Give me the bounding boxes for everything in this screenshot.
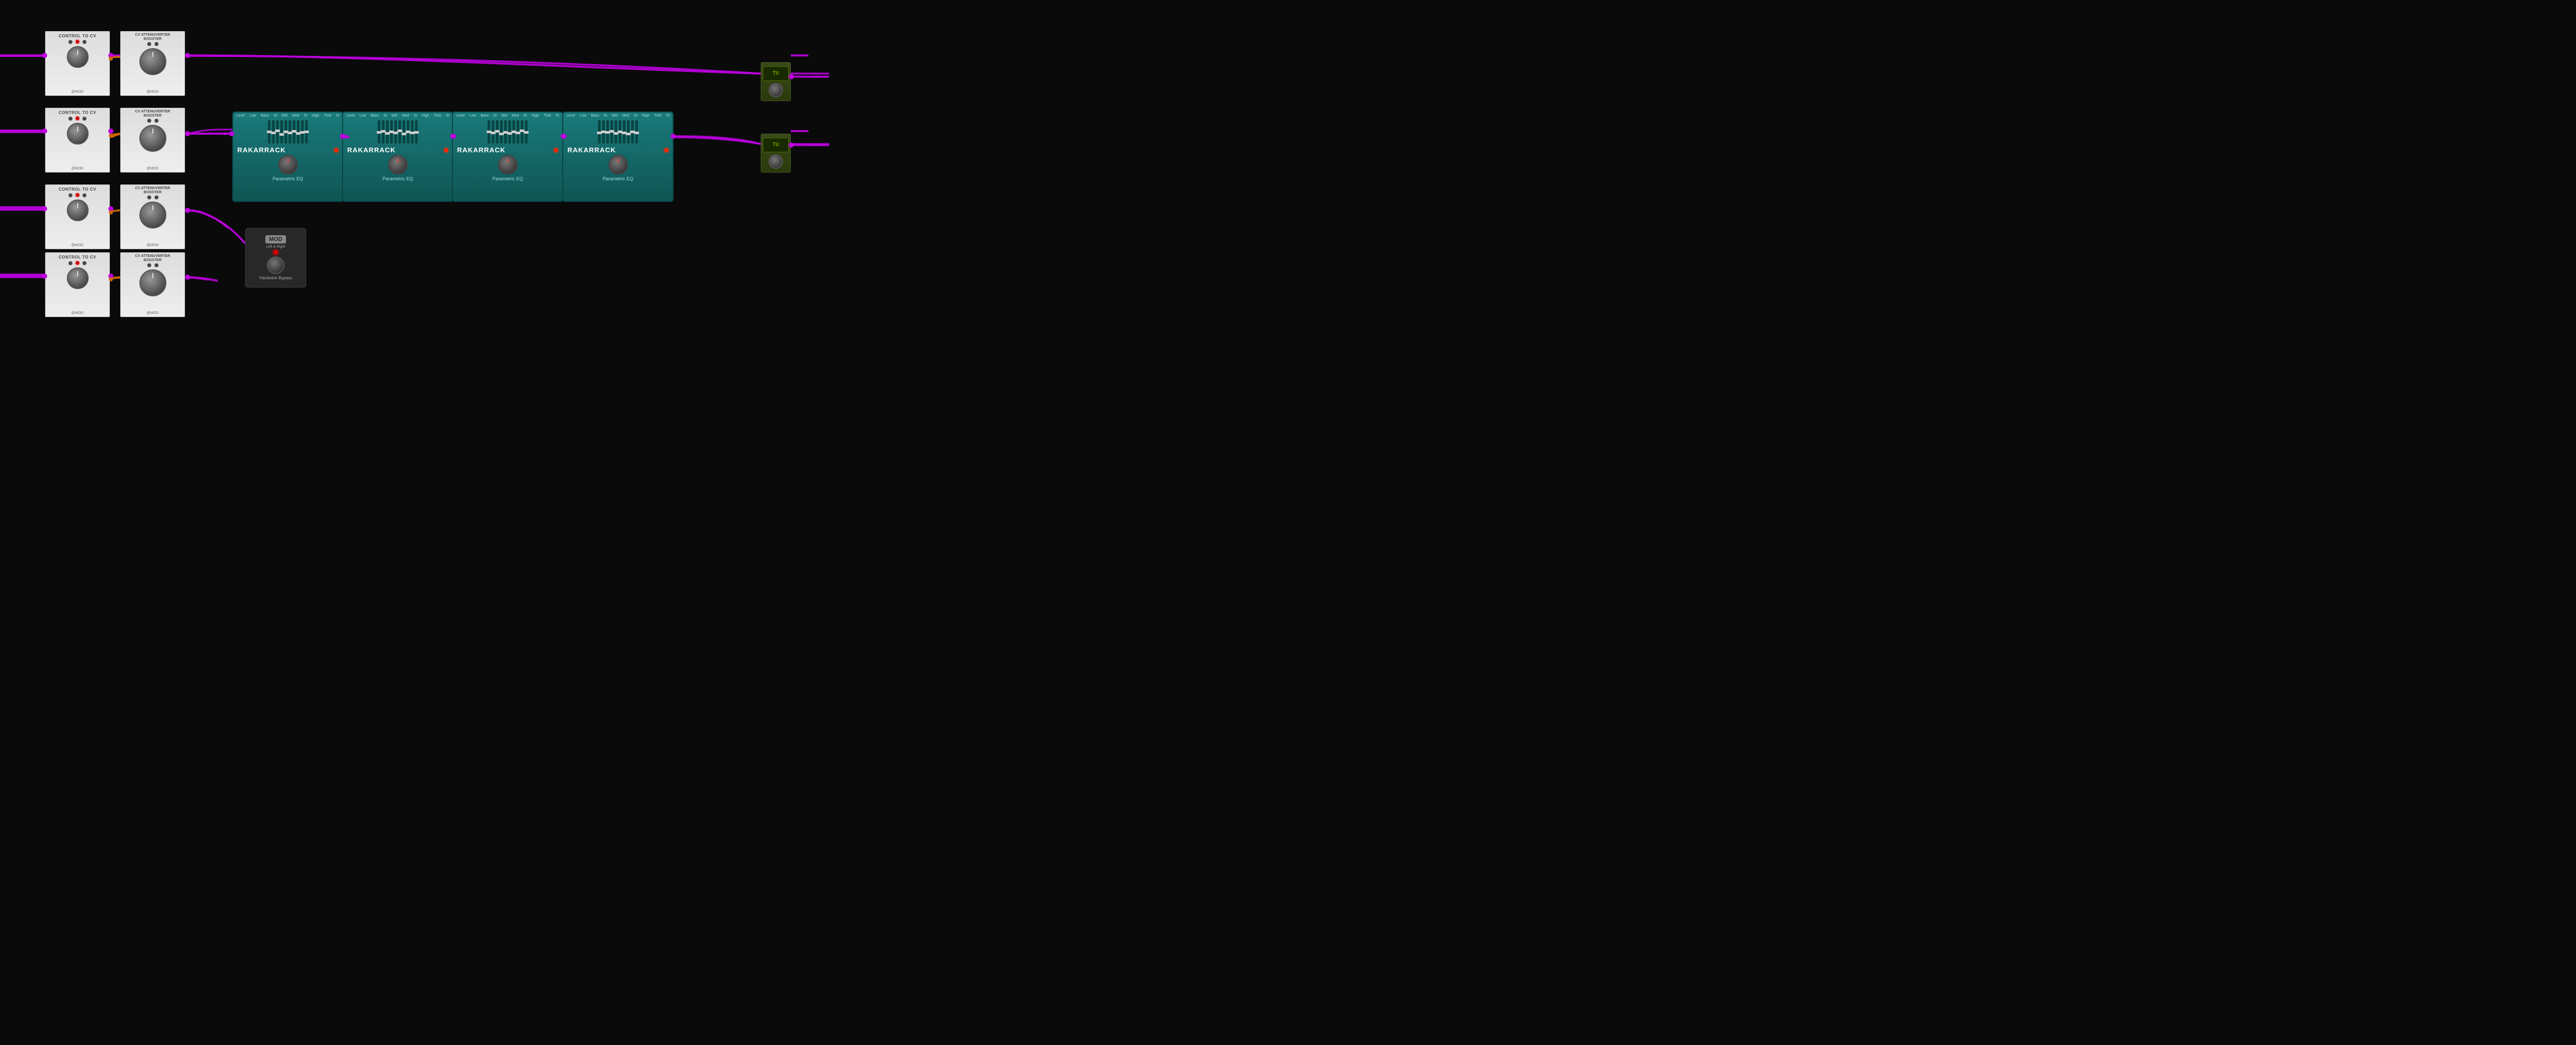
control-to-cv-row1[interactable]: CONTROL TO CV @MOD [45, 31, 110, 96]
bypass-led [273, 250, 278, 255]
attn-port-out-r1 [154, 42, 159, 46]
knob-r4[interactable] [67, 267, 89, 289]
port-out-r3 [82, 193, 87, 197]
control-to-cv-row2[interactable]: CONTROL TO CV @MOD [45, 108, 110, 173]
eq4-led [664, 148, 668, 152]
port-out-r1 [82, 40, 87, 44]
attn-port-out-r2 [154, 119, 159, 123]
rakarrack-brand-2: RAKARRACK [347, 146, 396, 154]
bypass-label: Hardware Bypass [259, 276, 292, 280]
tuner-knob-bottom[interactable] [768, 154, 783, 169]
mod-hardware-bypass[interactable]: MOD Left & Right Hardware Bypass [245, 228, 306, 288]
attn-port-in-r3 [147, 195, 151, 199]
attn-port-out-r3 [154, 195, 159, 199]
attn-knob-r2[interactable] [139, 125, 166, 152]
tuner-display-top: TU [763, 66, 789, 81]
rakarrack-brand-3: RAKARRACK [457, 146, 506, 154]
control-to-cv-row4[interactable]: CONTROL TO CV @MOD [45, 252, 110, 317]
eq1-subtitle: Parametric EQ [273, 176, 303, 181]
main-canvas: CONTROL TO CV @MOD CV ATTENUVERTERBOOSTE… [0, 0, 2576, 1045]
brand-r3: @MOD [46, 244, 109, 247]
control-to-cv-row3[interactable]: CONTROL TO CV @MOD [45, 184, 110, 249]
cv-attenuverter-row4[interactable]: CV ATTENUVERTERBOOSTER @MOD [120, 252, 185, 317]
attn-port-in-r1 [147, 42, 151, 46]
port-out-r2 [82, 117, 87, 121]
eq1-led [334, 148, 338, 152]
attn-port-in-r2 [147, 119, 151, 123]
attn-port-in-r4 [147, 263, 151, 267]
rakarrack-eq-3[interactable]: Level Low Bass St Mid Med St High Treb S… [452, 111, 563, 202]
attn-title-r3: CV ATTENUVERTERBOOSTER [135, 185, 170, 194]
bypass-sublabel: Left & Right [266, 245, 286, 249]
led-r4 [76, 261, 79, 265]
module-title-r1: CONTROL TO CV [59, 32, 96, 39]
tuner-top[interactable]: TU [761, 62, 791, 101]
eq2-led [444, 148, 448, 152]
eq2-subtitle: Parametric EQ [382, 176, 413, 181]
knob-r3[interactable] [67, 199, 89, 221]
led-r1 [76, 40, 79, 44]
cv-attenuverter-row3[interactable]: CV ATTENUVERTERBOOSTER @MOD [120, 184, 185, 249]
attn-title-r2: CV ATTENUVERTERBOOSTER [135, 108, 170, 118]
port-in-r3 [68, 193, 73, 197]
attn-brand-r2: @MOD [121, 167, 184, 170]
mod-logo: MOD [265, 235, 286, 244]
port-out-r4 [82, 261, 87, 265]
module-title-r3: CONTROL TO CV [59, 185, 96, 192]
port-in-r4 [68, 261, 73, 265]
brand-r1: @MOD [46, 90, 109, 94]
tuner-text-bottom: TU [773, 142, 779, 148]
attn-brand-r4: @MOD [121, 311, 184, 315]
attn-brand-r1: @MOD [121, 90, 184, 94]
eq3-led [554, 148, 558, 152]
rakarrack-eq-4[interactable]: Level Low Bass St Mid Med St High Treb S… [562, 111, 674, 202]
port-in-r2 [68, 117, 73, 121]
rakarrack-brand-4: RAKARRACK [567, 146, 616, 154]
tuner-bottom[interactable]: TU [761, 134, 791, 173]
led-r2 [76, 117, 79, 120]
eq3-knob[interactable] [498, 155, 518, 175]
brand-r2: @MOD [46, 167, 109, 170]
brand-r4: @MOD [46, 311, 109, 315]
module-title-r2: CONTROL TO CV [59, 108, 96, 116]
rakarrack-brand-1: RAKARRACK [237, 146, 286, 154]
tuner-knob-top[interactable] [768, 83, 783, 97]
eq4-knob[interactable] [608, 155, 628, 175]
module-title-r4: CONTROL TO CV [59, 253, 96, 260]
attn-knob-r4[interactable] [139, 269, 166, 296]
eq3-subtitle: Parametric EQ [492, 176, 523, 181]
attn-knob-r1[interactable] [139, 48, 166, 75]
attn-brand-r3: @MOD [121, 244, 184, 247]
eq1-knob[interactable] [278, 155, 298, 175]
tuner-text-top: TU [773, 70, 779, 76]
attn-title-r4: CV ATTENUVERTERBOOSTER [135, 253, 170, 262]
cv-attenuverter-row1[interactable]: CV ATTENUVERTERBOOSTER @MOD [120, 31, 185, 96]
port-in-r1 [68, 40, 73, 44]
led-r3 [76, 193, 79, 197]
eq2-knob[interactable] [388, 155, 408, 175]
attn-port-out-r4 [154, 263, 159, 267]
attn-title-r1: CV ATTENUVERTERBOOSTER [135, 32, 170, 41]
attn-knob-r3[interactable] [139, 202, 166, 228]
rakarrack-eq-1[interactable]: Level Low Bass St Mid Med St High Treb S… [232, 111, 344, 202]
eq4-subtitle: Parametric EQ [603, 176, 633, 181]
bypass-knob[interactable] [267, 256, 284, 274]
eq1-label: Level [236, 114, 245, 118]
tuner-display-bottom: TU [763, 138, 789, 152]
rakarrack-eq-2[interactable]: Level Low Bass St Mid Med St High Treb S… [342, 111, 453, 202]
cv-attenuverter-row2[interactable]: CV ATTENUVERTERBOOSTER @MOD [120, 108, 185, 173]
knob-r1[interactable] [67, 46, 89, 68]
knob-r2[interactable] [67, 123, 89, 145]
